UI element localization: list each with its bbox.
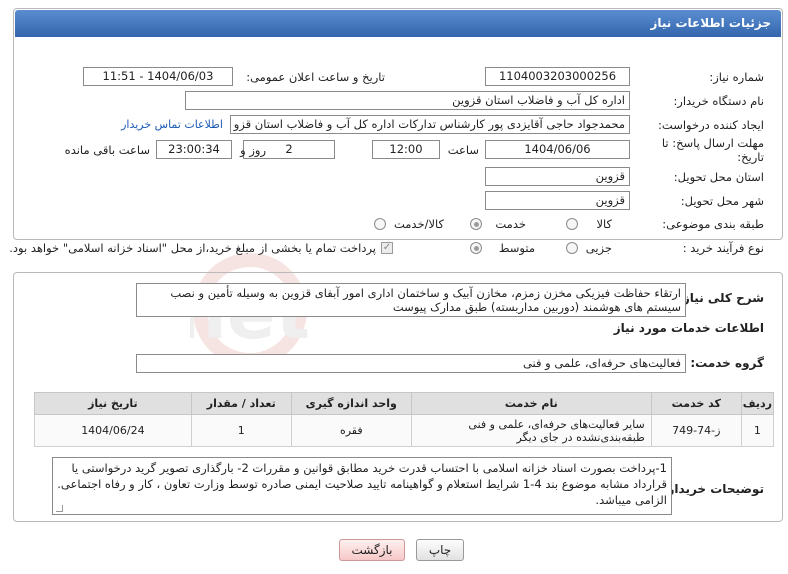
- description-label: شرح کلی نیاز:: [678, 291, 764, 305]
- buyer-notes-field: 1-پرداخت بصورت اسناد خزانه اسلامی با احت…: [52, 457, 672, 515]
- col-unit: واحد اندازه گیری: [290, 392, 412, 415]
- province-label: استان محل تحویل:: [673, 170, 764, 184]
- cell-name: سایر فعالیت‌های حرفه‌ای، علمی و فنی طبقه…: [410, 414, 652, 447]
- process-label: نوع فرآیند خرید :: [682, 241, 764, 255]
- category-option-service: خدمت: [495, 217, 526, 231]
- process-radio-minor[interactable]: [566, 242, 578, 254]
- col-row: ردیف: [740, 392, 775, 415]
- cell-date: 1404/06/24: [34, 414, 192, 447]
- days-label: روز و: [240, 143, 266, 157]
- process-option-medium: متوسط: [498, 241, 535, 255]
- need-number-label: شماره نیاز:: [709, 70, 764, 84]
- category-option-goods: کالا: [596, 217, 612, 231]
- cell-code: ز-74-749: [650, 414, 742, 447]
- announce-label: تاریخ و ساعت اعلان عمومی:: [246, 70, 385, 84]
- col-date: تاریخ نیاز: [34, 392, 192, 415]
- buyer-org-field: اداره کل آب و فاضلاب استان قزوین: [185, 91, 630, 110]
- need-number-field: 1104003203000256: [485, 67, 630, 86]
- category-radio-goods[interactable]: [566, 218, 578, 230]
- cell-row: 1: [740, 414, 775, 447]
- resize-handle-icon[interactable]: [56, 505, 63, 512]
- category-option-goods-service: کالا/خدمت: [393, 217, 444, 231]
- city-field: قزوین: [485, 191, 630, 210]
- description-field: ارتقاء حفاظت فیزیکی مخزن زمزم، مخازن آبی…: [136, 283, 686, 317]
- cell-qty: 1: [190, 414, 292, 447]
- print-button[interactable]: چاپ: [416, 539, 464, 561]
- payment-note: پرداخت تمام یا بخشی از مبلغ خرید،از محل …: [9, 241, 376, 255]
- col-name: نام خدمت: [410, 392, 652, 415]
- services-table: ردیف کد خدمت نام خدمت واحد اندازه گیری ت…: [34, 392, 775, 447]
- service-group-label: گروه خدمت:: [690, 356, 764, 370]
- cell-unit: فقره: [290, 414, 412, 447]
- col-code: کد خدمت: [650, 392, 742, 415]
- remaining-label: ساعت باقی مانده: [64, 143, 150, 157]
- panel-header: جزئیات اطلاعات نیاز: [15, 10, 781, 37]
- category-radio-service[interactable]: [470, 218, 482, 230]
- deadline-date-field: 1404/06/06: [485, 140, 630, 159]
- buyer-contact-link[interactable]: اطلاعات تماس خریدار: [121, 118, 223, 131]
- deadline-time-field: 12:00: [372, 140, 440, 159]
- city-label: شهر محل تحویل:: [680, 194, 764, 208]
- deadline-label: مهلت ارسال پاسخ: تا تاریخ:: [661, 136, 764, 164]
- creator-label: ایجاد کننده درخواست:: [658, 118, 764, 132]
- province-field: قزوین: [485, 167, 630, 186]
- services-title: اطلاعات خدمات مورد نیاز: [613, 321, 764, 335]
- col-qty: تعداد / مقدار: [190, 392, 292, 415]
- remaining-time-field: 23:00:34: [156, 140, 232, 159]
- creator-field: محمدجواد حاجی آقایزدی پور کارشناس تدارکا…: [230, 115, 630, 134]
- process-option-minor: جزیی: [585, 241, 612, 255]
- table-header-row: ردیف کد خدمت نام خدمت واحد اندازه گیری ت…: [34, 392, 775, 415]
- payment-checkbox[interactable]: ✓: [381, 242, 393, 254]
- check-icon: ✓: [382, 242, 392, 253]
- category-label: طبقه بندی موضوعی:: [662, 217, 764, 231]
- process-radio-medium[interactable]: [470, 242, 482, 254]
- service-group-field: فعالیت‌های حرفه‌ای، علمی و فنی: [136, 354, 686, 373]
- category-radio-goods-service[interactable]: [374, 218, 386, 230]
- announce-date-field: 1404/06/03 - 11:51: [83, 67, 233, 86]
- buyer-notes-label: توضیحات خریدار:: [662, 482, 764, 496]
- back-button[interactable]: بازگشت: [339, 539, 405, 561]
- deadline-time-label: ساعت: [447, 143, 479, 157]
- table-row: 1 ز-74-749 سایر فعالیت‌های حرفه‌ای، علمی…: [34, 414, 775, 447]
- buyer-org-label: نام دستگاه خریدار:: [673, 94, 764, 108]
